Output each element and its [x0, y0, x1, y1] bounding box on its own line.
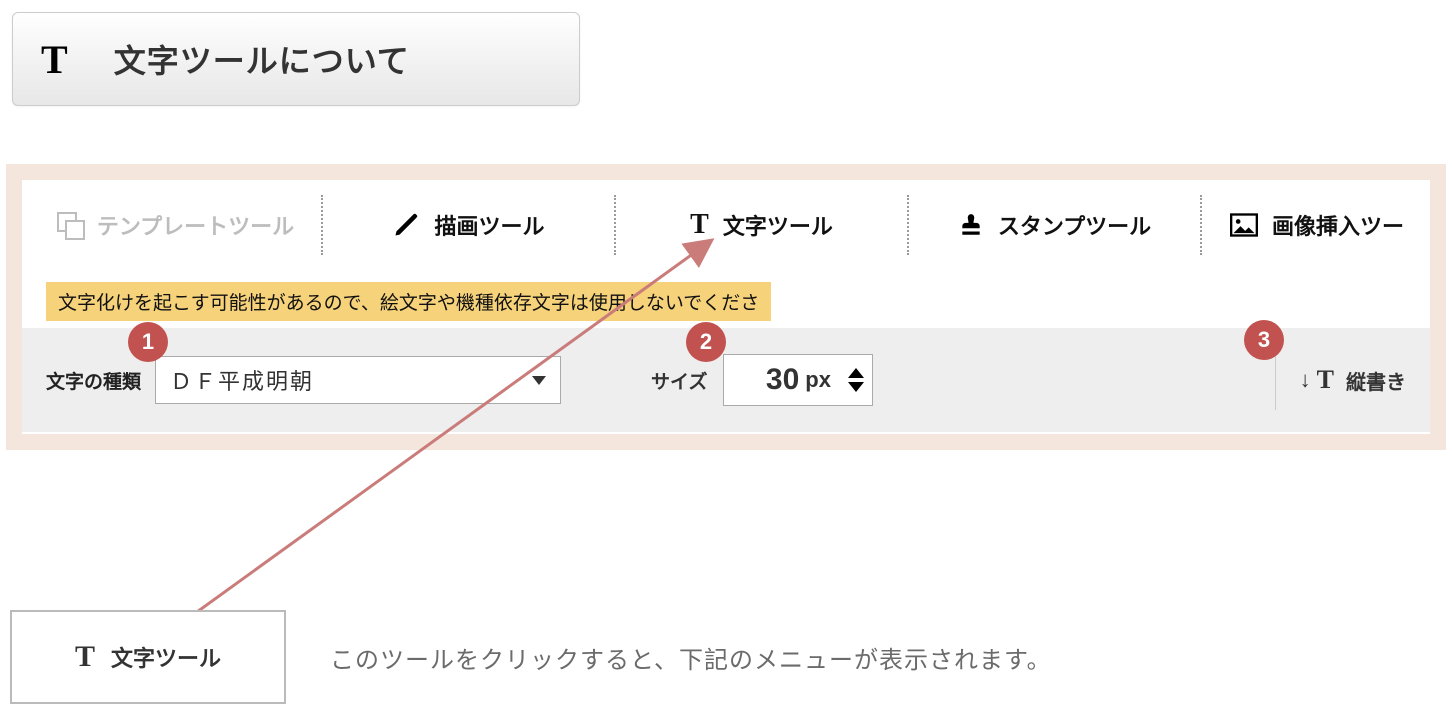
- text-icon: T: [1317, 365, 1334, 395]
- section-header: T 文字ツールについて: [12, 12, 580, 106]
- chevron-up-icon[interactable]: [848, 368, 864, 378]
- copy-icon: [57, 212, 83, 238]
- tab-image-label: 画像挿入ツー: [1272, 209, 1404, 241]
- tab-template[interactable]: テンプレートツール: [30, 195, 321, 255]
- tab-template-label: テンプレートツール: [97, 209, 294, 241]
- size-spinner[interactable]: [848, 368, 864, 392]
- tab-text-label: 文字ツール: [723, 209, 833, 241]
- tab-image[interactable]: 画像挿入ツー: [1202, 195, 1422, 255]
- size-value: 30: [766, 363, 799, 397]
- vertical-writing-label: 縦書き: [1346, 366, 1406, 395]
- tool-tabs: テンプレートツール 描画ツール T 文字ツール スタンプツール 画像挿入ツー: [22, 180, 1430, 270]
- callout-box: T 文字ツール: [10, 610, 286, 704]
- tab-draw[interactable]: 描画ツール: [323, 195, 614, 255]
- callout-badge-3: 3: [1244, 320, 1284, 360]
- image-icon: [1230, 213, 1258, 237]
- chevron-down-icon: [532, 376, 546, 385]
- chevron-down-icon[interactable]: [848, 382, 864, 392]
- callout-badge-2: 2: [686, 322, 726, 362]
- vertical-writing-toggle[interactable]: ↓ T 縦書き: [1300, 365, 1406, 395]
- stamp-icon: [958, 212, 984, 238]
- size-input[interactable]: 30 px: [723, 354, 873, 406]
- tab-text[interactable]: T 文字ツール: [616, 195, 907, 255]
- tab-stamp-label: スタンプツール: [998, 209, 1151, 241]
- size-unit: px: [805, 367, 831, 393]
- font-type-label: 文字の種類: [46, 367, 141, 394]
- divider: [1275, 350, 1276, 410]
- warning-strip: 文字化けを起こす可能性があるので、絵文字や機種依存文字は使用しないでくださ: [46, 282, 771, 321]
- section-title: 文字ツールについて: [114, 36, 410, 82]
- text-icon: T: [690, 209, 709, 241]
- font-select-value: ＤＦ平成明朝: [170, 364, 314, 396]
- arrow-down-icon: ↓: [1300, 367, 1311, 393]
- callout-label: 文字ツール: [111, 641, 221, 673]
- text-icon: T: [75, 640, 95, 674]
- callout-badge-1: 1: [128, 322, 168, 362]
- text-icon: T: [41, 36, 68, 83]
- text-settings-row: 文字の種類 ＤＦ平成明朝 サイズ 30 px ↓ T 縦書き: [22, 328, 1430, 432]
- callout-description: このツールをクリックすると、下記のメニューが表示されます。: [330, 640, 1052, 675]
- pencil-icon: [392, 211, 420, 239]
- size-label: サイズ: [651, 367, 707, 394]
- text-tool-panel: テンプレートツール 描画ツール T 文字ツール スタンプツール 画像挿入ツー 文…: [6, 164, 1446, 450]
- tab-draw-label: 描画ツール: [434, 209, 544, 241]
- tab-stamp[interactable]: スタンプツール: [909, 195, 1200, 255]
- font-select[interactable]: ＤＦ平成明朝: [155, 356, 561, 404]
